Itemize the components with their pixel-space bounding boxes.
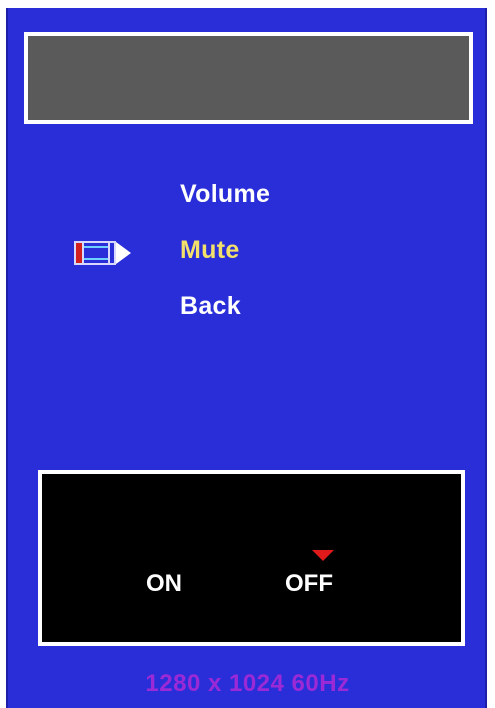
selection-marker-icon (312, 550, 334, 561)
menu-item-back[interactable]: Back (180, 292, 241, 321)
menu-item-mute[interactable]: Mute (180, 236, 240, 265)
resolution-status: 1280 x 1024 60Hz (145, 670, 350, 697)
mute-value-box: ON OFF (38, 470, 465, 646)
pencil-pointer-icon (74, 241, 131, 265)
osd-panel: Volume Mute Back ON OFF (6, 8, 487, 708)
option-on[interactable]: ON (146, 570, 182, 598)
title-bar (24, 32, 473, 124)
menu-item-volume[interactable]: Volume (180, 180, 270, 209)
option-off[interactable]: OFF (285, 570, 333, 598)
